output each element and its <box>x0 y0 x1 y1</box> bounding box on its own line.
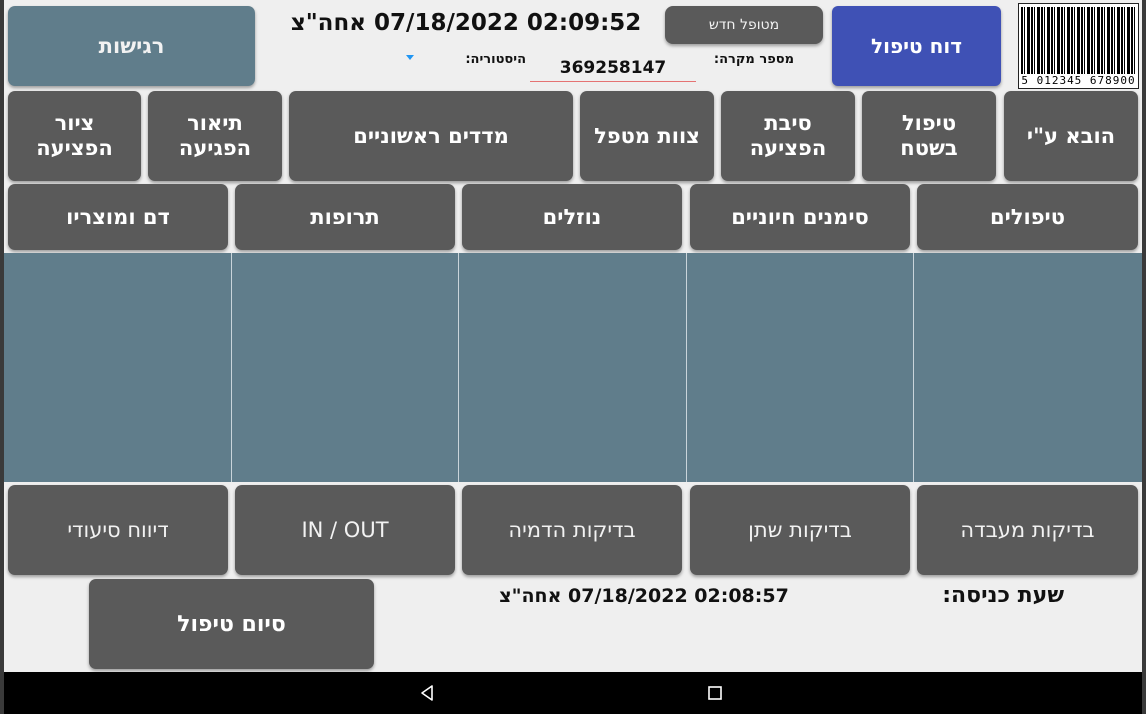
medications-label: תרופות <box>310 204 380 229</box>
in-out-button[interactable]: IN / OUT <box>235 485 455 575</box>
panel-divider <box>231 253 232 482</box>
initial-measures-label: מדדים ראשוניים <box>353 123 509 148</box>
urine-tests-label: בדיקות שתן <box>748 517 852 542</box>
app-screen: רגישות 02:09:52 07/18/2022 אחה"צ מטופל ח… <box>4 0 1142 714</box>
injury-drawing-label: ציור הפציעה <box>36 111 113 160</box>
urine-tests-button[interactable]: בדיקות שתן <box>690 485 910 575</box>
case-number-label: מספר מקרה: <box>713 52 794 67</box>
panel-divider <box>458 253 459 482</box>
barcode-bars <box>1021 7 1135 77</box>
lab-tests-button[interactable]: בדיקות מעבדה <box>917 485 1138 575</box>
brought-by-label: הובא ע"י <box>1026 123 1116 148</box>
new-patient-label: מטופל חדש <box>708 16 780 33</box>
home-square-icon[interactable] <box>706 684 724 702</box>
in-out-label: IN / OUT <box>301 517 389 542</box>
end-treatment-button[interactable]: סיום טיפול <box>89 579 374 669</box>
injury-description-label: תיאור הפגיעה <box>178 111 252 160</box>
treatments-label: טיפולים <box>990 204 1065 229</box>
treating-team-label: צוות מטפל <box>594 123 700 148</box>
injury-drawing-button[interactable]: ציור הפציעה <box>8 91 141 181</box>
fluids-button[interactable]: נוזלים <box>462 184 682 250</box>
end-treatment-label: סיום טיפול <box>177 611 286 637</box>
brought-by-button[interactable]: הובא ע"י <box>1004 91 1138 181</box>
entry-time-label: שעת כניסה: <box>942 583 1064 608</box>
lab-tests-label: בדיקות מעבדה <box>960 517 1095 542</box>
vital-signs-button[interactable]: סימנים חיוניים <box>690 184 910 250</box>
barcode-number: 5 012345 678900 <box>1019 74 1138 87</box>
content-panel <box>4 253 1142 482</box>
field-treatment-button[interactable]: טיפול בשטח <box>862 91 996 181</box>
blood-products-label: דם ומוצריו <box>66 204 170 229</box>
blood-products-button[interactable]: דם ומוצריו <box>8 184 228 250</box>
case-number-field[interactable]: 369258147 <box>530 58 696 82</box>
entry-time-value: 02:08:57 07/18/2022 אחה"צ <box>499 585 789 607</box>
field-treatment-label: טיפול בשטח <box>900 111 958 160</box>
medications-button[interactable]: תרופות <box>235 184 455 250</box>
treating-team-button[interactable]: צוות מטפל <box>580 91 714 181</box>
treatments-button[interactable]: טיפולים <box>917 184 1138 250</box>
injury-description-button[interactable]: תיאור הפגיעה <box>148 91 282 181</box>
imaging-tests-label: בדיקות הדמיה <box>508 517 636 542</box>
fluids-label: נוזלים <box>542 204 602 229</box>
system-navigation-bar <box>4 672 1142 714</box>
panel-divider <box>686 253 687 482</box>
sensitivities-label: רגישות <box>98 33 165 58</box>
panel-divider <box>913 253 914 482</box>
injury-cause-button[interactable]: סיבת הפציעה <box>721 91 855 181</box>
new-patient-button[interactable]: מטופל חדש <box>665 6 823 44</box>
back-triangle-icon[interactable] <box>418 683 438 703</box>
treatment-report-button[interactable]: דוח טיפול <box>832 6 1001 86</box>
sensitivities-button[interactable]: רגישות <box>8 6 255 86</box>
imaging-tests-button[interactable]: בדיקות הדמיה <box>462 485 682 575</box>
history-label: היסטוריה: <box>465 52 526 67</box>
initial-measures-button[interactable]: מדדים ראשוניים <box>289 91 573 181</box>
nursing-report-label: דיווח סיעודי <box>67 517 169 542</box>
nursing-report-button[interactable]: דיווח סיעודי <box>8 485 228 575</box>
injury-cause-label: סיבת הפציעה <box>749 111 827 160</box>
current-datetime: 02:09:52 07/18/2022 אחה"צ <box>290 10 642 36</box>
treatment-report-label: דוח טיפול <box>871 33 962 58</box>
barcode-image: 5 012345 678900 <box>1018 3 1139 89</box>
dropdown-arrow-icon[interactable] <box>406 55 414 60</box>
vital-signs-label: סימנים חיוניים <box>731 204 869 229</box>
